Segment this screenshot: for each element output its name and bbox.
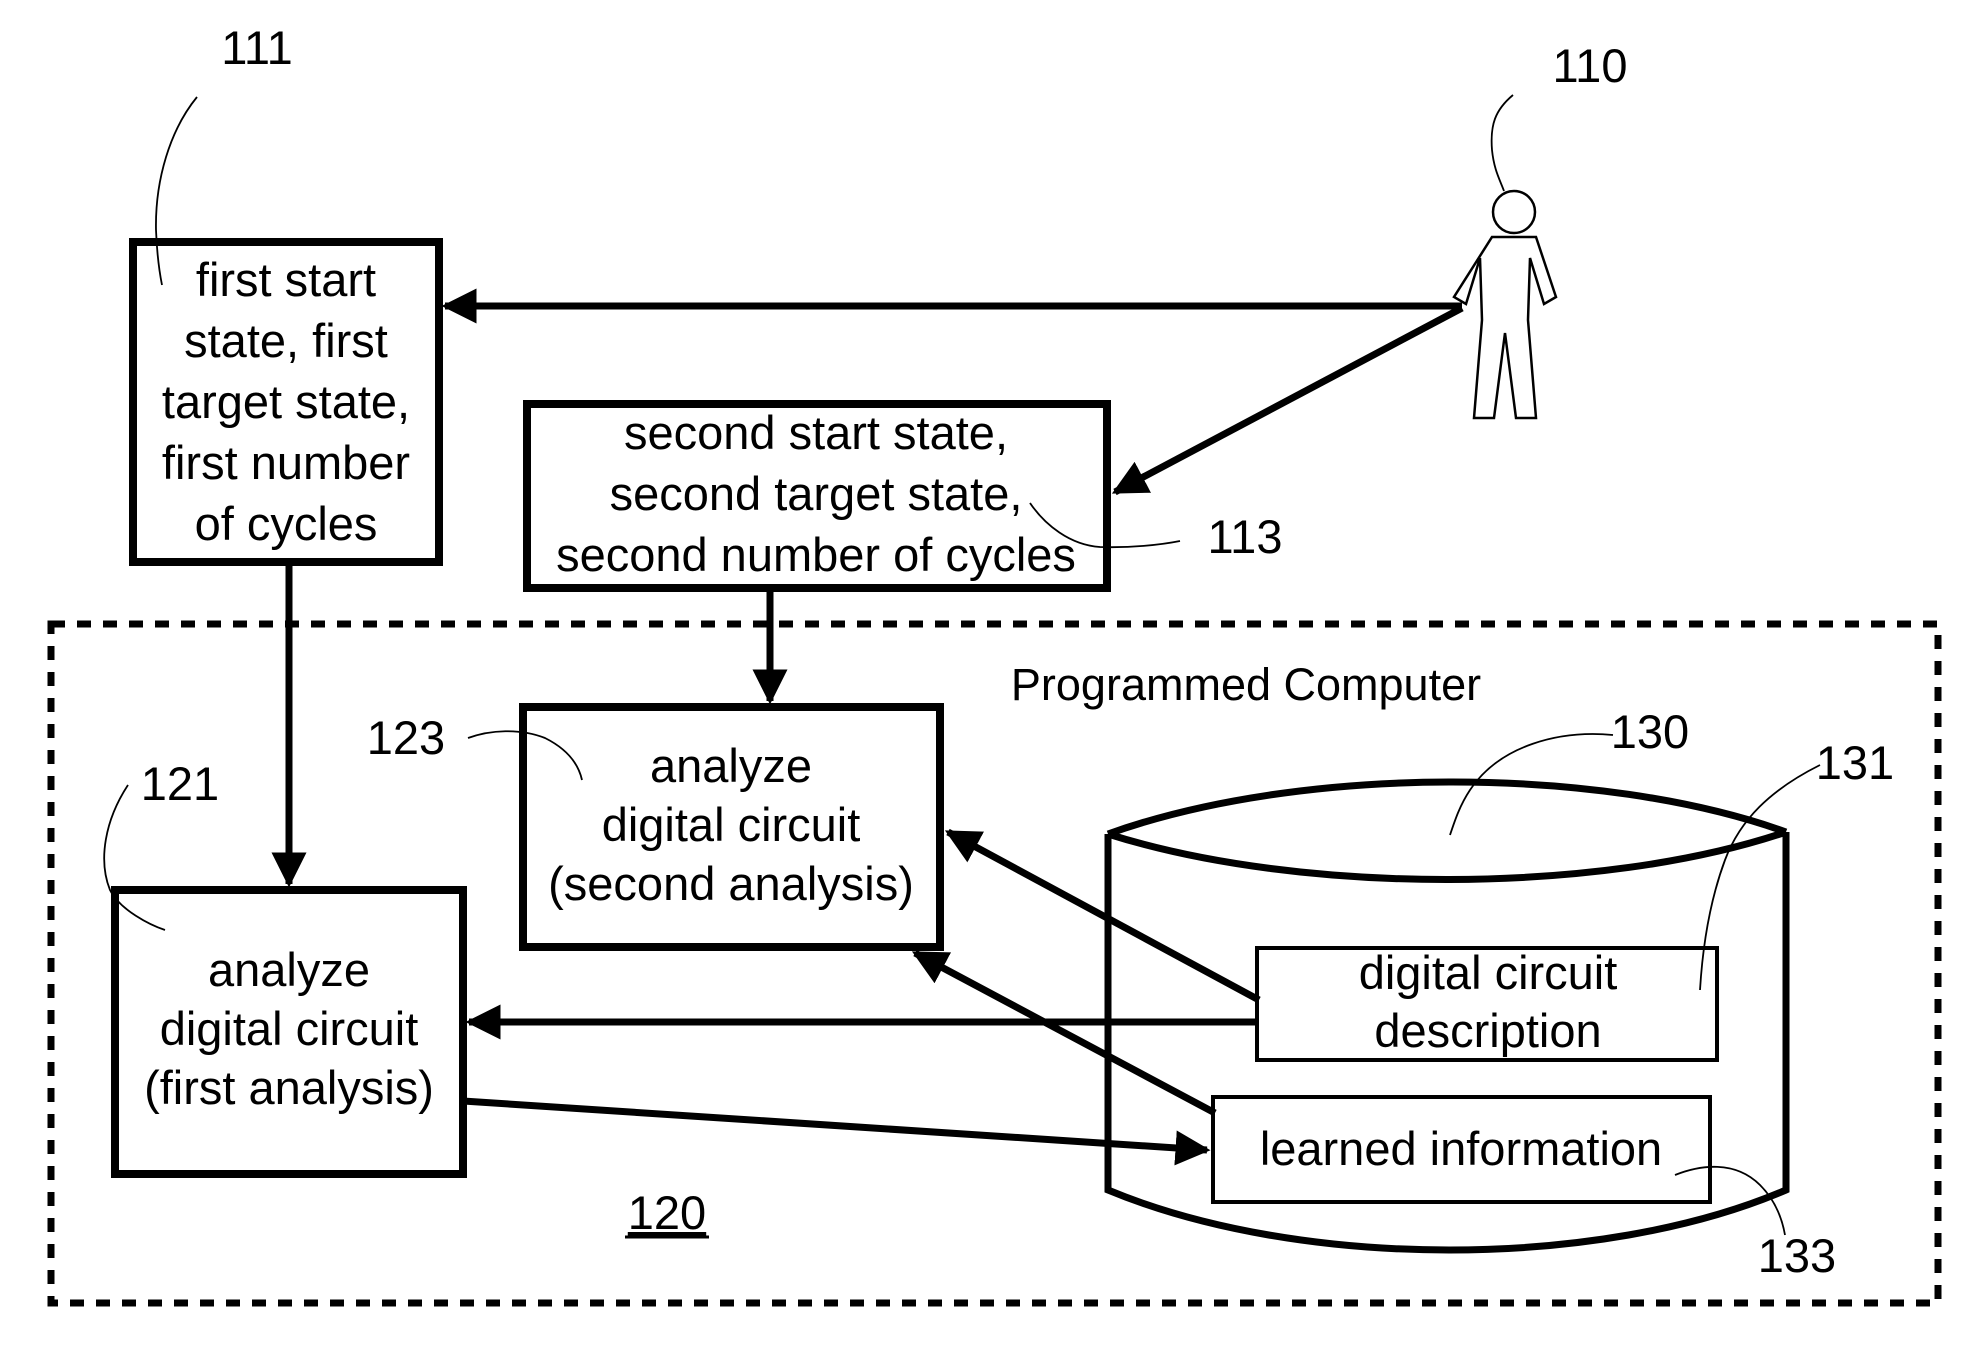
svg-text:analyze: analyze	[208, 943, 370, 996]
svg-text:analyze: analyze	[650, 739, 812, 792]
user-person-icon	[1452, 189, 1558, 420]
ref-121: 121	[141, 757, 219, 810]
svg-text:digital circuit: digital circuit	[1359, 946, 1618, 999]
svg-text:target state,: target state,	[162, 375, 410, 428]
svg-text:digital circuit: digital circuit	[160, 1002, 419, 1055]
ref-130: 130	[1611, 705, 1689, 758]
ref-120: 120	[628, 1186, 706, 1239]
learned-information-text: learned information	[1260, 1122, 1662, 1175]
ref-111: 111	[221, 21, 292, 74]
svg-text:second start state,: second start state,	[624, 406, 1008, 459]
svg-text:digital circuit: digital circuit	[602, 798, 861, 851]
svg-text:first number: first number	[162, 436, 410, 489]
second-inputs-text: second start state, second target state,…	[556, 406, 1076, 581]
svg-text:description: description	[1374, 1004, 1601, 1057]
ref-123: 123	[367, 711, 445, 764]
svg-text:second target state,: second target state,	[610, 467, 1023, 520]
svg-text:state, first: state, first	[184, 314, 388, 367]
ref-131: 131	[1816, 736, 1894, 789]
svg-text:(first analysis): (first analysis)	[144, 1061, 434, 1114]
arrow-user-to-second-inputs	[1111, 304, 1464, 496]
svg-text:second number of cycles: second number of cycles	[556, 528, 1076, 581]
arrow-first-analysis-to-learned-information	[462, 1097, 1211, 1166]
programmed-computer-label: Programmed Computer	[1011, 659, 1481, 710]
ref-110-leader	[1490, 94, 1514, 192]
svg-text:of cycles: of cycles	[195, 497, 378, 550]
ref-113: 113	[1208, 510, 1283, 563]
first-inputs-text: first start state, first target state, f…	[162, 253, 410, 550]
svg-text:(second analysis): (second analysis)	[548, 857, 914, 910]
patent-diagram: Programmed Computer 120 110 first start …	[47, 21, 1942, 1307]
ref-110: 110	[1553, 39, 1628, 92]
svg-text:first start: first start	[196, 253, 376, 306]
ref-133: 133	[1758, 1229, 1836, 1282]
